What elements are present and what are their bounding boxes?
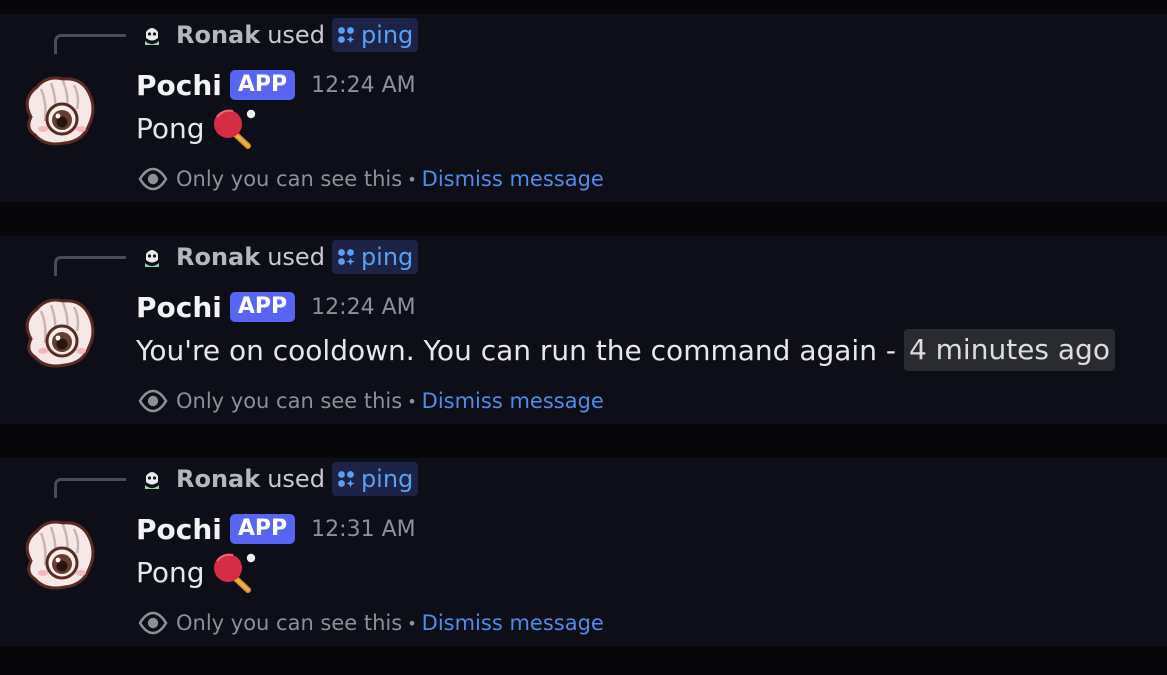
separator-dot: • bbox=[407, 169, 417, 189]
ephemeral-notice: Only you can see this • Dismiss message bbox=[138, 386, 604, 416]
reply-spine bbox=[54, 256, 126, 276]
dismiss-message-link[interactable]: Dismiss message bbox=[422, 167, 604, 191]
author-name[interactable]: Pochi bbox=[136, 69, 222, 102]
separator-dot: • bbox=[407, 391, 417, 411]
reply-spine bbox=[54, 478, 126, 498]
app-badge: APP bbox=[229, 70, 296, 100]
command-name-button[interactable]: ping bbox=[331, 240, 419, 274]
slash-command-icon bbox=[338, 249, 355, 266]
chat-log: Ronak used ping Pochi APP 12:24 AM Pong … bbox=[0, 0, 1167, 675]
app-badge: APP bbox=[229, 292, 296, 322]
message-timestamp[interactable]: 12:31 AM bbox=[311, 517, 415, 542]
author-name[interactable]: Pochi bbox=[136, 513, 222, 546]
message-text: Pong bbox=[136, 111, 205, 145]
command-user-name[interactable]: Ronak bbox=[176, 243, 260, 271]
slash-command-icon bbox=[338, 27, 355, 44]
bot-avatar[interactable] bbox=[17, 291, 97, 371]
ephemeral-notice: Only you can see this • Dismiss message bbox=[138, 164, 604, 194]
message-content: You're on cooldown. You can run the comm… bbox=[136, 329, 1115, 371]
command-name: ping bbox=[360, 243, 414, 271]
command-user-name[interactable]: Ronak bbox=[176, 21, 260, 49]
command-user-name[interactable]: Ronak bbox=[176, 465, 260, 493]
message-text: You're on cooldown. You can run the comm… bbox=[136, 333, 896, 367]
message-header: Pochi APP 12:24 AM bbox=[136, 288, 416, 326]
slash-command-icon bbox=[338, 471, 355, 488]
command-reference: Ronak used ping bbox=[138, 240, 419, 274]
command-used-text: used bbox=[267, 465, 325, 493]
message-timestamp[interactable]: 12:24 AM bbox=[311, 295, 415, 320]
command-name-button[interactable]: ping bbox=[331, 462, 419, 496]
message-header: Pochi APP 12:24 AM bbox=[136, 66, 416, 104]
command-used-text: used bbox=[267, 21, 325, 49]
user-avatar-icon[interactable] bbox=[138, 243, 166, 271]
message-item: Ronak used ping bbox=[0, 236, 1167, 424]
reply-spine bbox=[54, 34, 126, 54]
message-content: Pong bbox=[136, 552, 257, 593]
author-name[interactable]: Pochi bbox=[136, 291, 222, 324]
message-text: Pong bbox=[136, 555, 205, 589]
app-badge: APP bbox=[229, 514, 296, 544]
ping-pong-paddle-icon bbox=[213, 553, 255, 593]
ephemeral-text: Only you can see this bbox=[176, 389, 403, 413]
command-name: ping bbox=[360, 21, 414, 49]
ephemeral-notice: Only you can see this • Dismiss message bbox=[138, 608, 604, 638]
ping-pong-paddle-icon bbox=[213, 109, 255, 149]
command-used-text: used bbox=[267, 243, 325, 271]
bot-avatar[interactable] bbox=[17, 513, 97, 593]
message-timestamp[interactable]: 12:24 AM bbox=[311, 73, 415, 98]
eye-icon bbox=[138, 611, 168, 635]
eye-icon bbox=[138, 389, 168, 413]
bot-avatar[interactable] bbox=[17, 69, 97, 149]
command-name-button[interactable]: ping bbox=[331, 18, 419, 52]
ephemeral-text: Only you can see this bbox=[176, 611, 403, 635]
eye-icon bbox=[138, 167, 168, 191]
message-content: Pong bbox=[136, 108, 257, 149]
command-reference: Ronak used ping bbox=[138, 18, 419, 52]
dismiss-message-link[interactable]: Dismiss message bbox=[422, 389, 604, 413]
separator-dot: • bbox=[407, 613, 417, 633]
command-name: ping bbox=[360, 465, 414, 493]
relative-timestamp[interactable]: 4 minutes ago bbox=[903, 329, 1115, 371]
message-header: Pochi APP 12:31 AM bbox=[136, 510, 416, 548]
user-avatar-icon[interactable] bbox=[138, 465, 166, 493]
command-reference: Ronak used ping bbox=[138, 462, 419, 496]
message-item: Ronak used ping bbox=[0, 458, 1167, 646]
dismiss-message-link[interactable]: Dismiss message bbox=[422, 611, 604, 635]
message-item: Ronak used ping bbox=[0, 14, 1167, 202]
ephemeral-text: Only you can see this bbox=[176, 167, 403, 191]
user-avatar-icon[interactable] bbox=[138, 21, 166, 49]
